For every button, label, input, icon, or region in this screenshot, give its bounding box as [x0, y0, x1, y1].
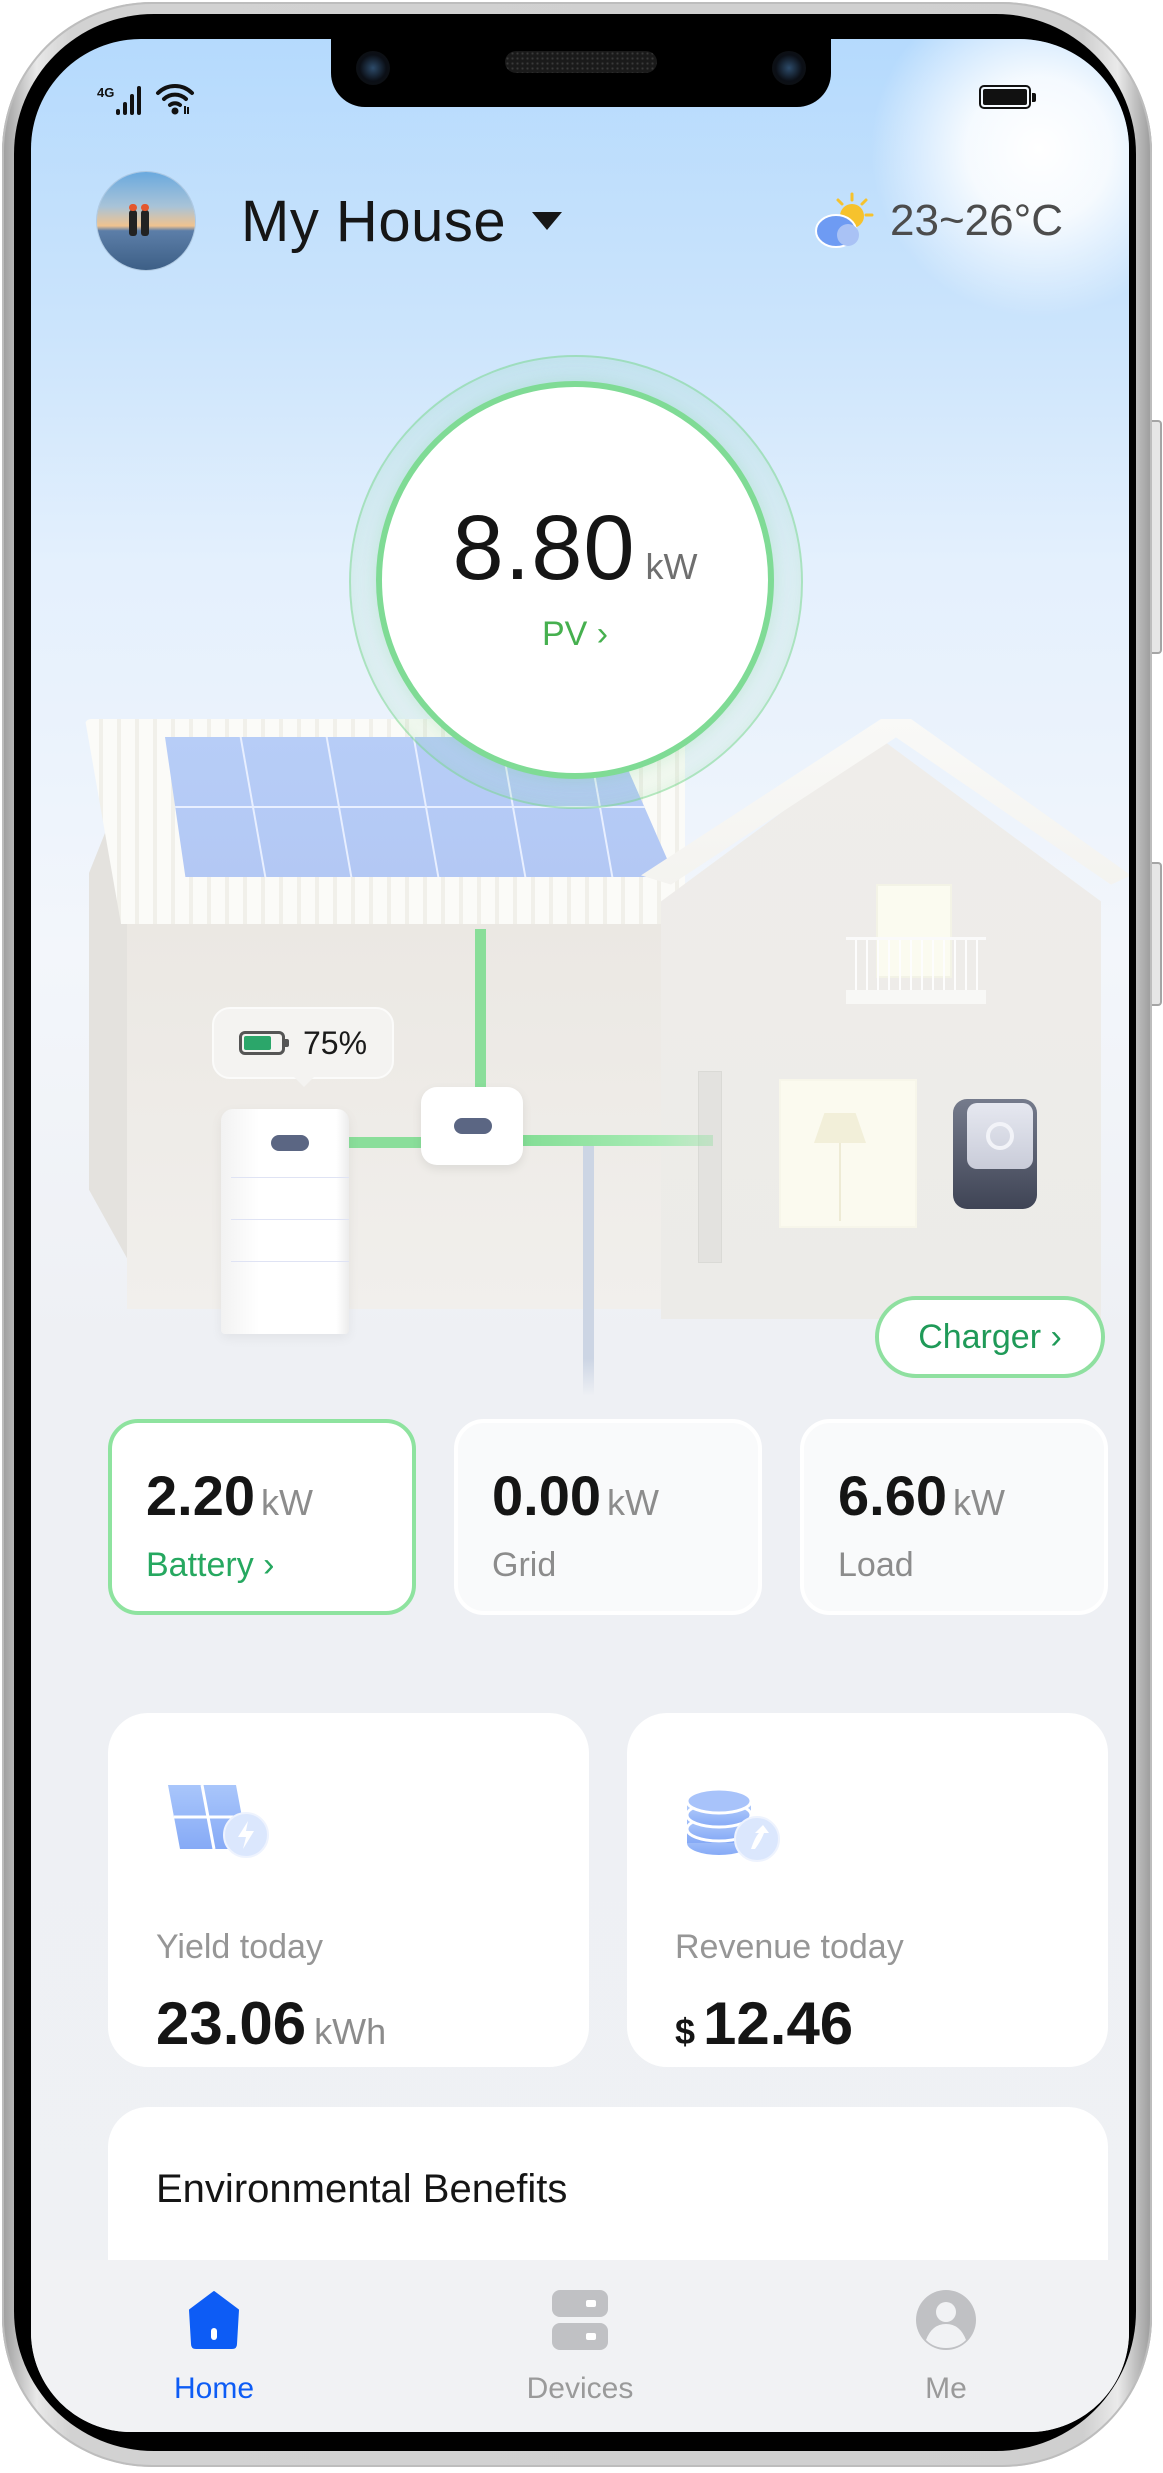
grid-flow-line [583, 1146, 594, 1396]
solar-panel-bolt-icon [168, 1784, 269, 1858]
battery-device[interactable] [221, 1109, 349, 1334]
load-card-label: Load [838, 1546, 914, 1584]
grid-power-value: 0.00 [492, 1464, 601, 1527]
weather-widget[interactable]: 23~26°C [812, 191, 1063, 251]
pv-power-value: 8.80 [452, 497, 636, 599]
yield-today-card[interactable]: Yield today 23.06 kWh [108, 1713, 589, 2067]
battery-level-icon [238, 1031, 289, 1055]
app-header: My House 23~26°C [97, 171, 1063, 271]
tab-home-label: Home [173, 2372, 255, 2405]
battery-power-unit: kW [261, 1482, 313, 1523]
environmental-benefits-title: Environmental Benefits [156, 2167, 568, 2211]
front-camera-icon [356, 51, 390, 85]
coins-up-icon [685, 1787, 780, 1862]
battery-power-value: 2.20 [146, 1464, 255, 1527]
pv-detail-link[interactable]: PV › [542, 615, 608, 654]
devices-icon [552, 2290, 608, 2350]
front-sensor-icon [772, 51, 806, 85]
revenue-today-card[interactable]: Revenue today $ 12.46 [627, 1713, 1108, 2067]
revenue-today-value: 12.46 [703, 1990, 854, 2057]
load-power-value: 6.60 [838, 1464, 947, 1527]
tab-devices-label: Devices [526, 2372, 634, 2405]
pv-power-unit: kW [645, 546, 698, 587]
currency-symbol: $ [675, 2011, 696, 2052]
app-screen: 4G My House 23~26°C 75% 8.80 kW PV › Cha… [31, 39, 1129, 2432]
site-name[interactable]: My House [241, 188, 506, 255]
battery-full-icon [979, 85, 1036, 109]
grid-power-unit: kW [607, 1482, 659, 1523]
site-photo-avatar[interactable] [97, 172, 195, 270]
balcony [846, 937, 986, 1004]
house-wall [127, 924, 687, 1309]
temperature-range: 23~26°C [890, 196, 1063, 245]
inverter-device[interactable] [421, 1087, 523, 1165]
grid-power-card[interactable]: 0.00 kW Grid [454, 1419, 762, 1615]
battery-power-card[interactable]: 2.20 kW Battery › [108, 1419, 416, 1615]
load-flow-line [523, 1135, 713, 1146]
user-icon [916, 2290, 976, 2350]
network-type-label: 4G [97, 85, 115, 100]
status-bar-left: 4G [97, 81, 195, 115]
battery-soc-value: 75% [302, 1024, 368, 1061]
yield-today-label: Yield today [156, 1928, 323, 1966]
caret-down-icon[interactable] [532, 212, 563, 230]
tab-home[interactable]: Home [31, 2260, 397, 2432]
battery-card-label[interactable]: Battery › [146, 1546, 412, 1585]
lamp-icon [814, 1113, 866, 1143]
partly-sunny-icon [815, 192, 874, 248]
bottom-navigation: Home Devices Me [31, 2260, 1129, 2432]
battery-flow-line [349, 1137, 421, 1148]
tab-me-label: Me [925, 2372, 967, 2405]
volume-button [1152, 420, 1162, 654]
pv-flow-line [475, 929, 486, 1089]
ev-charger-device[interactable] [953, 1099, 1037, 1209]
signal-bars-icon [116, 85, 142, 115]
power-button [1152, 862, 1162, 1006]
wifi-icon [156, 83, 195, 115]
camera-notch [331, 39, 831, 107]
yield-today-unit: kWh [314, 2011, 387, 2052]
battery-soc-bubble: 75% [212, 1007, 394, 1087]
tab-me[interactable]: Me [763, 2260, 1129, 2432]
daily-stats: Yield today 23.06 kWh Revenue today $ 12… [108, 1713, 1108, 2067]
home-icon [189, 2291, 239, 2349]
yield-today-value: 23.06 [156, 1990, 307, 2057]
load-power-card[interactable]: 6.60 kW Load [800, 1419, 1108, 1615]
grid-card-label: Grid [492, 1546, 557, 1584]
power-summary-cards: 2.20 kW Battery › 0.00 kW Grid 6.60 kW L… [108, 1419, 1108, 1615]
charger-button[interactable]: Charger › [875, 1296, 1105, 1378]
pv-power-gauge[interactable]: 8.80 kW PV › [376, 381, 774, 779]
load-power-unit: kW [953, 1482, 1005, 1523]
earpiece-speaker [505, 51, 657, 73]
house-door [698, 1071, 722, 1263]
tab-devices[interactable]: Devices [397, 2260, 763, 2432]
lit-window [779, 1079, 917, 1228]
revenue-today-label: Revenue today [675, 1928, 904, 1966]
